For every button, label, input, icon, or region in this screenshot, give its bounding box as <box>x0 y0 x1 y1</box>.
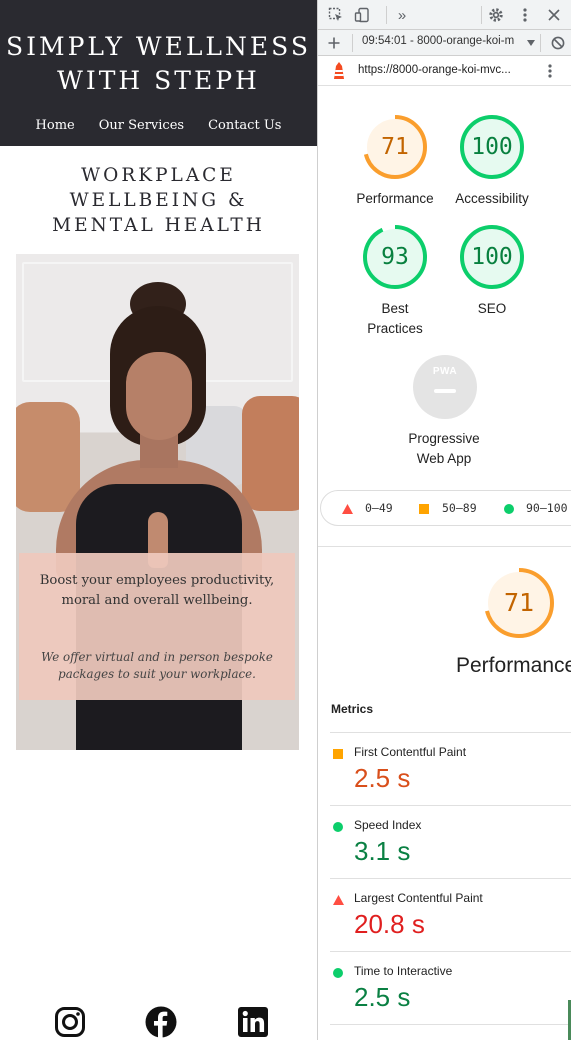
toolbar-divider <box>386 6 387 24</box>
brand-title[interactable]: SIMPLY WELLNESS WITH STEPH <box>0 30 317 98</box>
average-square-icon <box>419 504 429 514</box>
hero-heading-line-2: WELLBEING & <box>69 190 248 211</box>
devtools-panel: » 09:54:01 - 8000-orange-koi-m https://8… <box>317 0 571 1040</box>
metric-name: Speed Index <box>354 818 422 832</box>
new-report-plus-icon[interactable] <box>324 33 344 53</box>
caret-down-icon[interactable] <box>527 40 535 46</box>
performance-big-score: 71 <box>503 588 535 617</box>
section-divider <box>318 546 571 547</box>
brand-line-2: WITH STEPH <box>57 66 260 95</box>
pwa-icon <box>413 355 477 419</box>
poor-triangle-icon <box>342 504 353 514</box>
website-preview: SIMPLY WELLNESS WITH STEPH Home Our Serv… <box>0 0 317 1040</box>
brand-line-1: SIMPLY WELLNESS <box>6 32 311 61</box>
best-practices-score: 93 <box>381 244 409 270</box>
pwa-badge-text: PWA <box>432 366 458 377</box>
metrics-heading: Metrics <box>331 702 374 716</box>
instagram-icon[interactable] <box>54 1006 86 1038</box>
hero-heading-line-1: WORKPLACE <box>81 165 236 186</box>
nav-link-home[interactable]: Home <box>36 118 75 133</box>
performance-section-title: Performance <box>456 654 571 677</box>
pwa-label-line-2: Web App <box>416 451 472 466</box>
report-select[interactable]: 09:54:01 - 8000-orange-koi-m <box>362 35 514 47</box>
metric-name: Largest Contentful Paint <box>354 891 483 905</box>
metric-value: 20.8 s <box>354 909 425 939</box>
metrics-divider <box>330 1024 571 1025</box>
legend-good: 90–100 <box>526 501 568 515</box>
best-practices-gauge[interactable]: 93 <box>362 224 428 290</box>
seo-label: SEO <box>477 301 507 316</box>
device-toolbar-icon[interactable] <box>352 5 372 25</box>
accessibility-label: Accessibility <box>455 191 529 206</box>
hero-heading-line-3: MENTAL HEALTH <box>52 215 265 236</box>
pillow-right <box>242 396 299 511</box>
seo-score: 100 <box>471 244 513 270</box>
performance-big-gauge[interactable]: 71 <box>483 567 555 639</box>
report-divider <box>352 34 353 52</box>
main-nav: Home Our Services Contact Us <box>0 118 317 133</box>
metric-name: First Contentful Paint <box>354 745 467 759</box>
pillow-left <box>16 402 80 512</box>
good-circle-icon <box>333 968 343 978</box>
legend-poor: 0–49 <box>365 501 393 515</box>
metric-row-lcp: Largest Contentful Paint 20.8 s <box>330 878 571 951</box>
overlay-text-italic: We offer virtual and in person bespoke p… <box>41 650 273 681</box>
metric-row-fcp: First Contentful Paint 2.5 s <box>330 732 571 805</box>
more-options-icon[interactable] <box>515 5 535 25</box>
lighthouse-icon <box>334 62 344 79</box>
seo-gauge[interactable]: 100 <box>459 224 525 290</box>
clear-block-icon[interactable] <box>548 33 568 53</box>
accessibility-gauge[interactable]: 100 <box>459 114 525 180</box>
inspect-element-icon[interactable] <box>326 5 346 25</box>
best-practices-label: Best Practices <box>340 299 450 339</box>
performance-label: Performance <box>356 191 434 206</box>
devtools-toolbar: » <box>318 0 571 30</box>
toolbar-divider-2 <box>481 6 482 24</box>
pwa-label-line-1: Progressive <box>408 431 480 446</box>
score-legend: 0–49 50–89 90–100 <box>320 490 571 526</box>
face <box>126 352 192 440</box>
metric-value: 2.5 s <box>354 763 411 793</box>
performance-score: 71 <box>381 134 409 160</box>
pwa-badge[interactable]: PWA <box>412 354 478 420</box>
report-divider-2 <box>540 34 541 52</box>
nav-link-contact-us[interactable]: Contact Us <box>208 118 281 133</box>
hero-overlay-card: Boost your employees productivity, moral… <box>19 553 295 700</box>
report-selector-bar: 09:54:01 - 8000-orange-koi-m <box>318 30 571 56</box>
metric-name: Time to Interactive <box>354 964 453 978</box>
linkedin-icon[interactable] <box>237 1006 269 1038</box>
performance-gauge[interactable]: 71 <box>362 114 428 180</box>
site-header: SIMPLY WELLNESS WITH STEPH Home Our Serv… <box>0 0 317 146</box>
average-square-icon <box>333 749 343 759</box>
metric-row-tti: Time to Interactive 2.5 s <box>330 951 571 1024</box>
more-tabs-button[interactable]: » <box>392 5 412 25</box>
metric-value: 2.5 s <box>354 982 411 1012</box>
pwa-label: Progressive Web App <box>389 429 499 469</box>
good-circle-icon <box>504 504 514 514</box>
good-circle-icon <box>333 822 343 832</box>
close-icon[interactable] <box>544 5 564 25</box>
nav-link-our-services[interactable]: Our Services <box>99 118 184 133</box>
overlay-text-main: Boost your employees productivity, moral… <box>39 573 275 608</box>
report-url-bar: https://8000-orange-koi-mvc... <box>318 56 571 86</box>
report-url[interactable]: https://8000-orange-koi-mvc... <box>358 64 511 76</box>
poor-triangle-icon <box>333 895 344 905</box>
legend-average: 50–89 <box>442 501 477 515</box>
metric-row-speed-index: Speed Index 3.1 s <box>330 805 571 878</box>
hero-heading: WORKPLACE WELLBEING & MENTAL HEALTH <box>0 163 317 238</box>
facebook-icon[interactable] <box>145 1006 177 1038</box>
metric-value: 3.1 s <box>354 836 411 866</box>
best-practices-label-line-1: Best <box>381 301 409 316</box>
settings-gear-icon[interactable] <box>486 5 506 25</box>
best-practices-label-line-2: Practices <box>367 321 423 336</box>
accessibility-score: 100 <box>471 134 513 160</box>
url-more-options-icon[interactable] <box>540 61 560 81</box>
